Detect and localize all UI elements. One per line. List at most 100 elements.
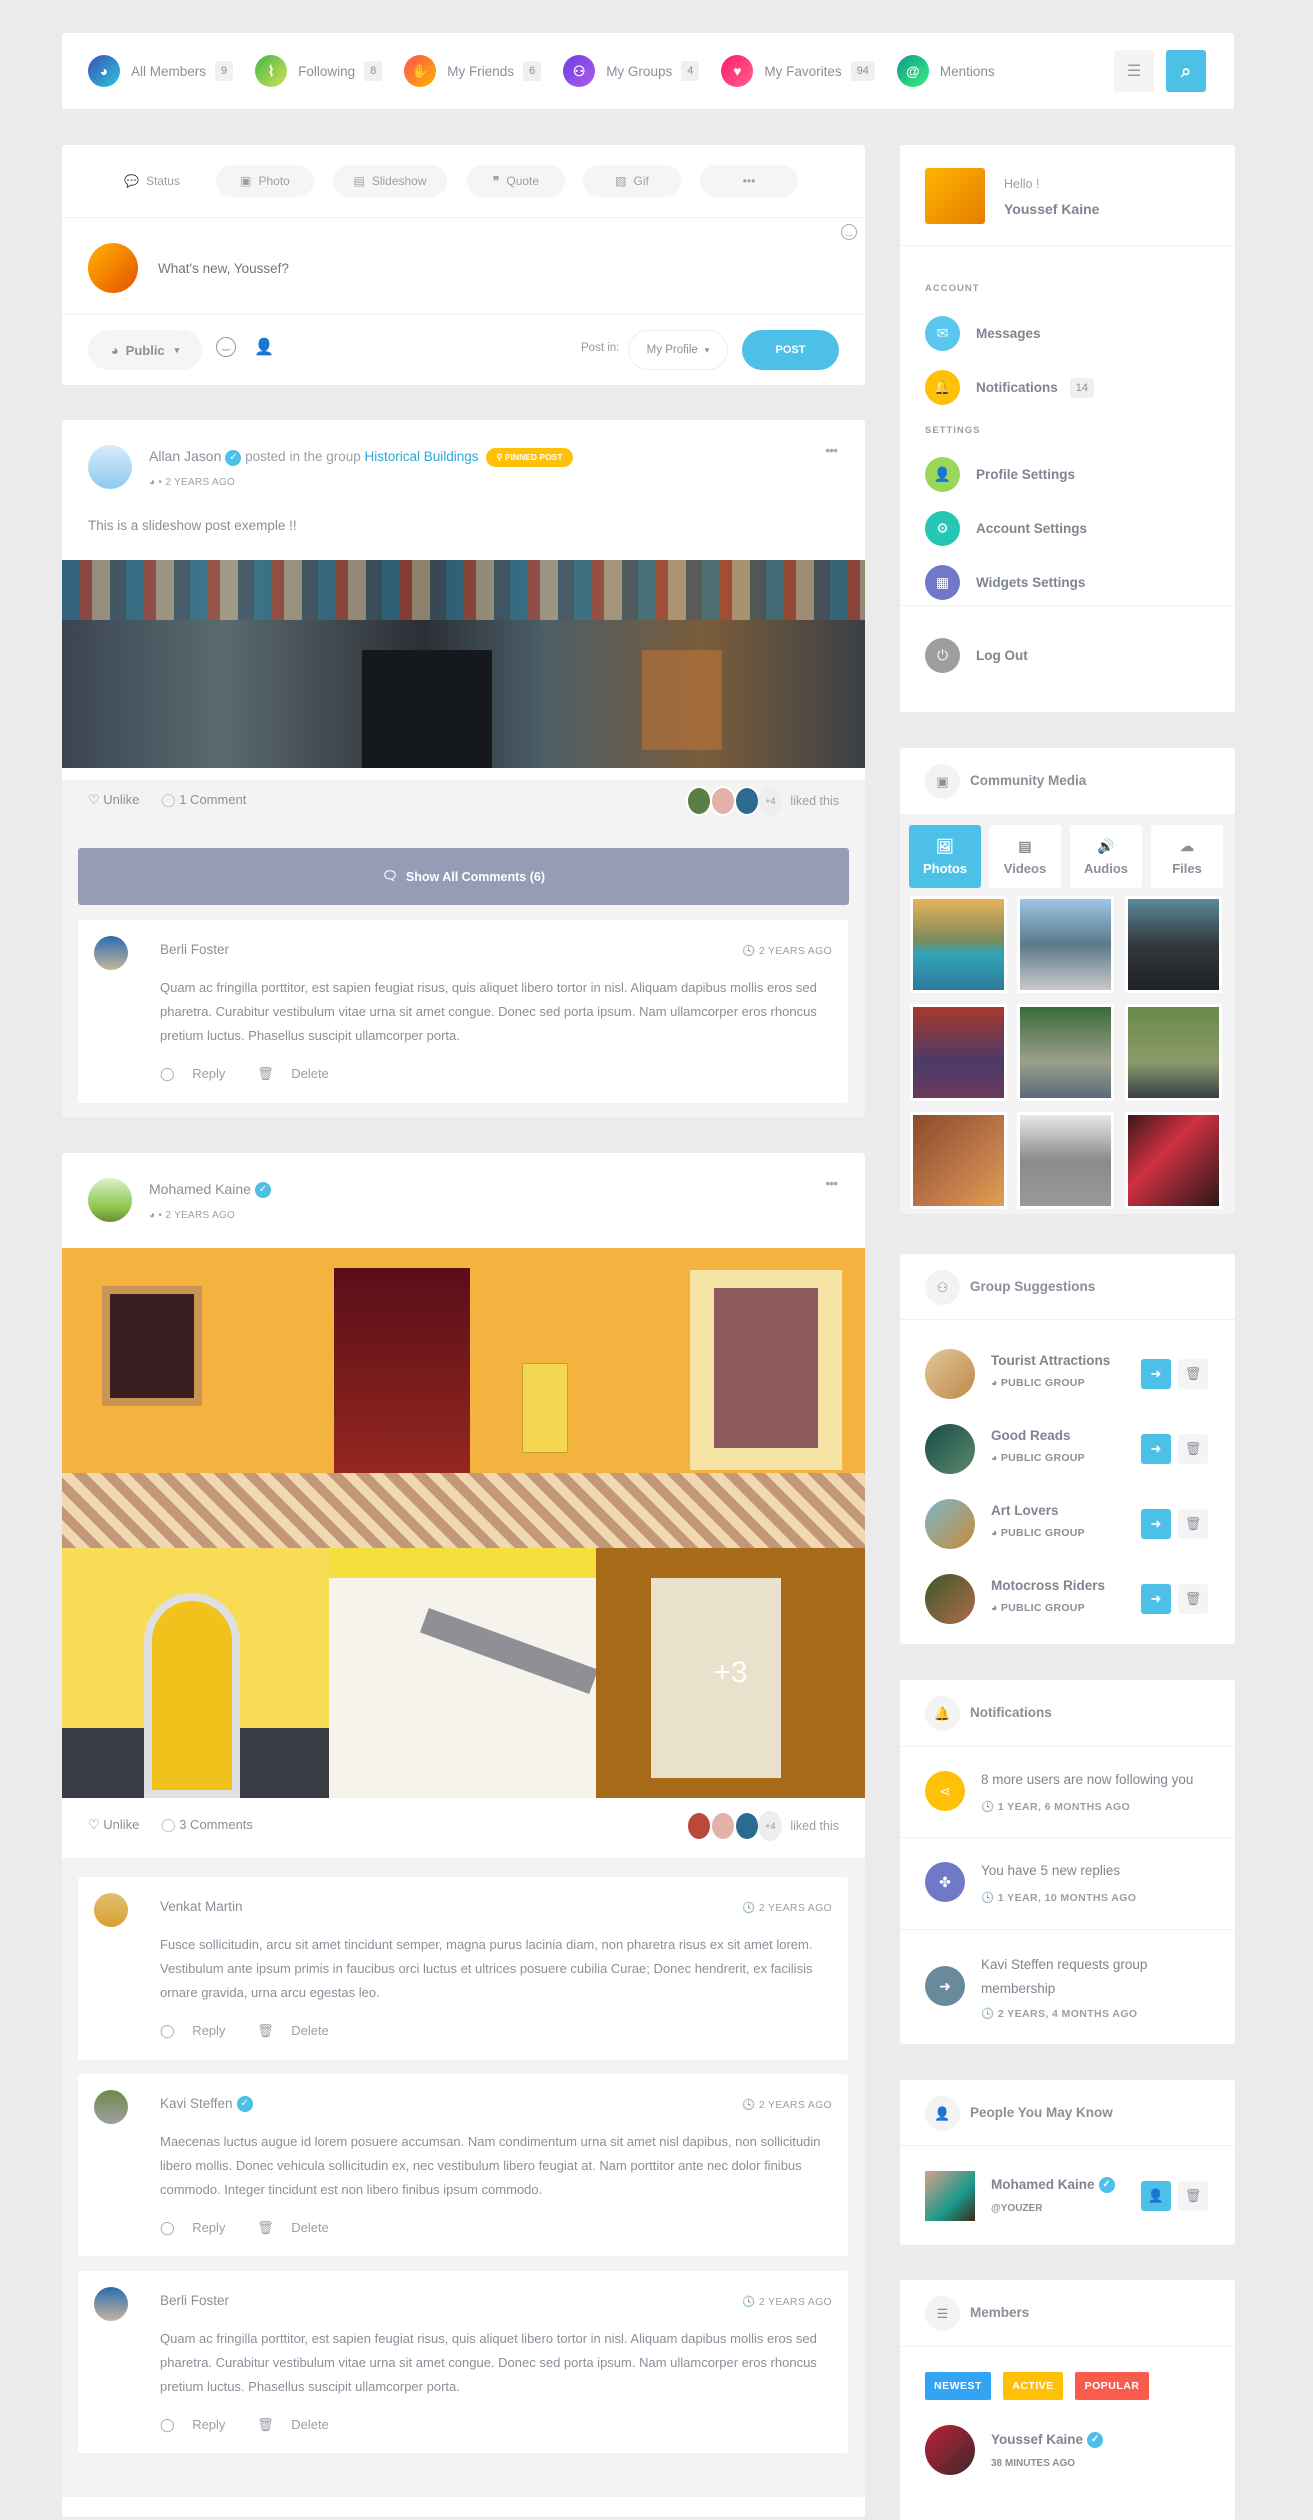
notification-item[interactable]: ⋖ 8 more users are now following you 🕓 1…: [925, 1771, 1215, 1831]
join-group-button[interactable]: ➜: [1141, 1584, 1171, 1614]
likers[interactable]: +4 liked this: [686, 786, 839, 816]
add-friend-button[interactable]: 👤: [1141, 2181, 1171, 2211]
reply-button[interactable]: ◯ Reply: [160, 2220, 239, 2235]
tab-popular[interactable]: POPULAR: [1075, 2372, 1149, 2400]
remove-suggestion-button[interactable]: 🗑: [1178, 1434, 1208, 1464]
group-link[interactable]: Historical Buildings: [365, 449, 479, 464]
media-photo[interactable]: [1017, 1112, 1114, 1209]
media-photo[interactable]: [1125, 896, 1222, 993]
nav-my-groups[interactable]: ⚇ My Groups 4: [563, 55, 700, 87]
section-label: SETTINGS: [925, 425, 981, 436]
unlike-button[interactable]: ♡ Unlike: [88, 1817, 139, 1832]
slideshow-image[interactable]: [62, 560, 865, 768]
notification-item[interactable]: ✤ You have 5 new replies 🕓 1 YEAR, 10 MO…: [925, 1862, 1215, 1922]
author-name[interactable]: Mohamed Kaine: [149, 1181, 251, 1197]
join-group-button[interactable]: ➜: [1141, 1359, 1171, 1389]
more-options-icon[interactable]: •••: [825, 442, 838, 458]
tab-videos[interactable]: ▤ Videos: [989, 825, 1061, 888]
nav-mentions[interactable]: @ Mentions: [896, 55, 995, 87]
more-options-icon[interactable]: •••: [825, 1175, 838, 1191]
remove-suggestion-button[interactable]: 🗑: [1178, 2181, 1208, 2211]
media-photo[interactable]: [1125, 1112, 1222, 1209]
delete-button[interactable]: 🗑 Delete: [257, 1066, 343, 1081]
status-input[interactable]: [158, 253, 758, 283]
comments-count-button[interactable]: ◯ 3 Comments: [161, 1817, 253, 1832]
nav-following[interactable]: ⌇ Following 8: [255, 55, 383, 87]
media-photo[interactable]: [910, 896, 1007, 993]
media-photo[interactable]: [910, 1112, 1007, 1209]
menu-profile-settings[interactable]: 👤 Profile Settings: [925, 457, 1075, 492]
comments-count-button[interactable]: ◯ 1 Comment: [161, 792, 246, 807]
join-group-button[interactable]: ➜: [1141, 1509, 1171, 1539]
commenter-name[interactable]: Venkat Martin: [160, 1899, 243, 1914]
group-name[interactable]: Motocross Riders: [991, 1578, 1105, 1593]
tab-photos[interactable]: 🖼 Photos: [909, 825, 981, 888]
section-label: ACCOUNT: [925, 283, 980, 294]
liker-avatar: [686, 786, 713, 816]
emoji-icon[interactable]: ‿: [841, 224, 857, 240]
commenter-name[interactable]: Berli Foster: [160, 2293, 229, 2308]
media-photo[interactable]: [1125, 1004, 1222, 1101]
menu-widgets-settings[interactable]: ▦ Widgets Settings: [925, 565, 1085, 600]
menu-notifications[interactable]: 🔔 Notifications 14: [925, 370, 1095, 405]
tab-gif[interactable]: ▨ Gif: [583, 165, 681, 197]
delete-button[interactable]: 🗑 Delete: [257, 2220, 343, 2235]
remove-suggestion-button[interactable]: 🗑: [1178, 1509, 1208, 1539]
tag-user-button[interactable]: 👤: [254, 337, 274, 357]
reply-button[interactable]: ◯ Reply: [160, 1066, 239, 1081]
filter-button[interactable]: ☰: [1114, 50, 1154, 92]
tab-photo[interactable]: ▣ Photo: [216, 165, 314, 197]
nav-my-friends[interactable]: ✋ My Friends 6: [404, 55, 542, 87]
tab-status[interactable]: 💬 Status: [112, 165, 192, 197]
join-group-button[interactable]: ➜: [1141, 1434, 1171, 1464]
emoji-button[interactable]: ‿: [216, 337, 236, 357]
menu-messages[interactable]: ✉ Messages: [925, 316, 1041, 351]
group-name[interactable]: Art Lovers: [991, 1503, 1059, 1518]
reply-button[interactable]: ◯ Reply: [160, 2417, 239, 2432]
media-photo[interactable]: [1017, 1004, 1114, 1101]
unlike-button[interactable]: ♡ Unlike: [88, 792, 139, 807]
menu-account-settings[interactable]: ⚙ Account Settings: [925, 511, 1087, 546]
comment-actions: ◯ Reply 🗑 Delete: [160, 2220, 357, 2236]
nav-my-favorites[interactable]: ♥ My Favorites 94: [721, 55, 875, 87]
tab-quote[interactable]: ❞ Quote: [467, 165, 565, 197]
gallery-image-2[interactable]: [62, 1548, 329, 1798]
post-button[interactable]: POST: [742, 330, 839, 370]
notification-item[interactable]: ➜ Kavi Steffen requests group membership…: [925, 1953, 1215, 2033]
delete-button[interactable]: 🗑 Delete: [257, 2417, 343, 2432]
gallery-image-4[interactable]: +3: [596, 1548, 865, 1798]
user-plus-icon: 👤: [925, 2096, 960, 2131]
post-in-select[interactable]: My Profile ▾: [628, 330, 728, 370]
comment-time: 🕓 2 YEARS AGO: [742, 2296, 832, 2308]
media-photo[interactable]: [1017, 896, 1114, 993]
commenter-name[interactable]: Berli Foster: [160, 942, 229, 957]
group-name[interactable]: Good Reads: [991, 1428, 1071, 1443]
gallery-image-1[interactable]: [62, 1248, 865, 1548]
person-name[interactable]: Mohamed Kaine ✓: [991, 2177, 1115, 2194]
group-name[interactable]: Tourist Attractions: [991, 1353, 1110, 1368]
user-name[interactable]: Youssef Kaine: [1004, 201, 1099, 217]
member-name[interactable]: Youssef Kaine ✓: [991, 2432, 1104, 2449]
likers[interactable]: +4 liked this: [686, 1811, 839, 1841]
user-plus-icon: 👤: [1147, 2188, 1165, 2203]
nav-all-members[interactable]: ◕ All Members 9: [88, 55, 234, 87]
media-photo[interactable]: [910, 1004, 1007, 1101]
remove-suggestion-button[interactable]: 🗑: [1178, 1584, 1208, 1614]
logout-button[interactable]: ⏻ Log Out: [925, 638, 1028, 673]
privacy-select[interactable]: ◕ Public ▾: [88, 330, 202, 370]
gallery-image-3[interactable]: [329, 1548, 599, 1798]
reply-button[interactable]: ◯ Reply: [160, 2023, 239, 2038]
tab-slideshow[interactable]: ▤ Slideshow: [333, 165, 447, 197]
tab-audios[interactable]: 🔊 Audios: [1070, 825, 1142, 888]
delete-button[interactable]: 🗑 Delete: [257, 2023, 343, 2038]
tab-files[interactable]: ☁ Files: [1151, 825, 1223, 888]
tab-active[interactable]: ACTIVE: [1003, 2372, 1063, 2400]
search-button[interactable]: ⌕: [1166, 50, 1206, 92]
tab-newest[interactable]: NEWEST: [925, 2372, 991, 2400]
tab-more[interactable]: •••: [700, 165, 798, 197]
show-all-comments-button[interactable]: 🗨 Show All Comments (6): [78, 848, 849, 905]
author-name[interactable]: Allan Jason: [149, 448, 221, 464]
commenter-name[interactable]: Kavi Steffen ✓: [160, 2096, 253, 2113]
remove-suggestion-button[interactable]: 🗑: [1178, 1359, 1208, 1389]
post-actions: ♡ Unlike ◯ 3 Comments: [88, 1817, 253, 1833]
